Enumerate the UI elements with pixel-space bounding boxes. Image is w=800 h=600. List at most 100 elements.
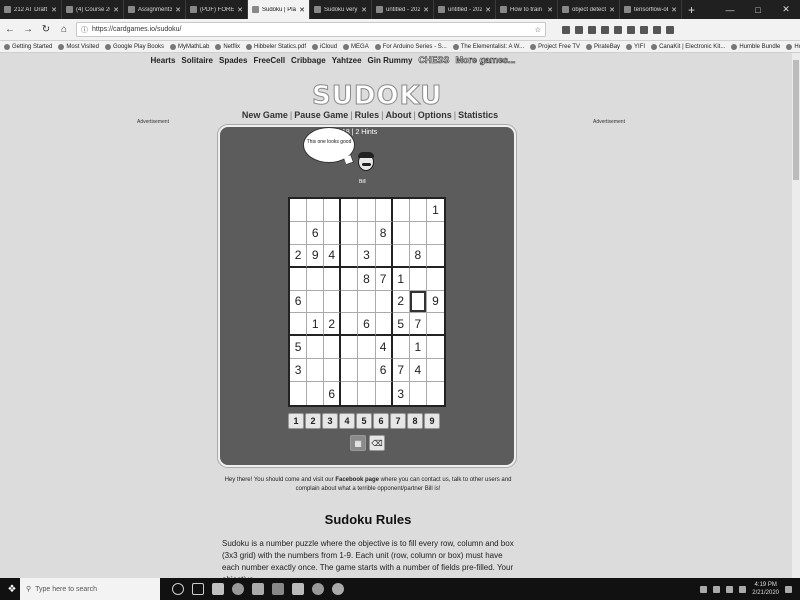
app-icon[interactable] bbox=[312, 583, 324, 595]
sudoku-cell[interactable] bbox=[409, 267, 427, 291]
sudoku-cell[interactable] bbox=[410, 382, 427, 405]
forward-icon[interactable]: → bbox=[22, 24, 34, 35]
taskbar-search[interactable]: ⚲ Type here to search bbox=[20, 578, 160, 600]
extension-icon[interactable] bbox=[601, 25, 609, 34]
sudoku-cell[interactable]: 4 bbox=[375, 336, 393, 360]
file-explorer-icon[interactable] bbox=[252, 583, 264, 595]
sudoku-cell[interactable] bbox=[358, 336, 376, 360]
game-link[interactable]: Yahtzee bbox=[332, 56, 362, 65]
browser-tab[interactable]: Assignment3.pdf✕ bbox=[124, 0, 186, 19]
close-tab-icon[interactable]: ✕ bbox=[423, 6, 429, 14]
close-tab-icon[interactable]: ✕ bbox=[671, 6, 677, 14]
close-tab-icon[interactable]: ✕ bbox=[609, 6, 615, 14]
bookmark-item[interactable]: Project Free TV bbox=[530, 43, 580, 50]
sudoku-cell[interactable]: 8 bbox=[409, 244, 427, 268]
sudoku-cell[interactable]: 4 bbox=[409, 359, 427, 383]
tray-icon[interactable] bbox=[713, 585, 721, 593]
sudoku-cell[interactable]: 6 bbox=[290, 290, 308, 314]
sudoku-cell[interactable]: 8 bbox=[375, 221, 393, 245]
extension-icon[interactable] bbox=[653, 25, 661, 34]
browser-tab[interactable]: untitled - 202002✕ bbox=[434, 0, 496, 19]
sudoku-cell[interactable]: 2 bbox=[392, 290, 410, 314]
volume-icon[interactable] bbox=[739, 585, 747, 593]
game-link[interactable]: Cribbage bbox=[291, 56, 326, 65]
browser-tab[interactable]: untitled - 202002✕ bbox=[372, 0, 434, 19]
game-link[interactable]: FreeCell bbox=[253, 56, 285, 65]
app-icon[interactable] bbox=[212, 583, 224, 595]
bookmark-item[interactable]: MyMathLab bbox=[169, 43, 209, 50]
sudoku-cell[interactable] bbox=[341, 336, 359, 360]
sudoku-cell[interactable] bbox=[324, 199, 342, 222]
sudoku-cell[interactable]: 6 bbox=[375, 359, 393, 383]
sudoku-cell[interactable] bbox=[307, 359, 325, 383]
sudoku-cell[interactable]: 8 bbox=[358, 267, 376, 291]
number-button[interactable]: 2 bbox=[305, 413, 321, 429]
firefox-icon[interactable] bbox=[232, 583, 244, 595]
browser-tab[interactable]: (4) Course 202001 M✕ bbox=[62, 0, 124, 19]
scrollbar-thumb[interactable] bbox=[793, 60, 799, 180]
new-tab-button[interactable]: + bbox=[682, 0, 701, 19]
sudoku-cell[interactable]: 1 bbox=[307, 313, 325, 337]
sudoku-cell[interactable]: 3 bbox=[393, 382, 410, 405]
close-tab-icon[interactable]: ✕ bbox=[299, 6, 305, 14]
sudoku-cell[interactable] bbox=[341, 359, 359, 383]
number-button[interactable]: 3 bbox=[322, 413, 338, 429]
menu-icon[interactable] bbox=[666, 25, 674, 34]
number-button[interactable]: 5 bbox=[356, 413, 372, 429]
sudoku-cell[interactable] bbox=[341, 313, 359, 337]
sudoku-cell[interactable] bbox=[392, 336, 410, 360]
close-tab-icon[interactable]: ✕ bbox=[547, 6, 553, 14]
sudoku-cell[interactable] bbox=[426, 268, 444, 291]
network-icon[interactable] bbox=[726, 585, 734, 593]
task-view-icon[interactable] bbox=[192, 583, 204, 595]
sudoku-cell[interactable] bbox=[375, 290, 393, 314]
number-button[interactable]: 6 bbox=[373, 413, 389, 429]
sudoku-cell[interactable] bbox=[427, 382, 444, 405]
sudoku-cell[interactable] bbox=[290, 382, 308, 405]
game-link[interactable]: Gin Rummy bbox=[368, 56, 413, 65]
bookmark-item[interactable]: Humble Bundle bbox=[731, 43, 780, 50]
sudoku-cell[interactable] bbox=[307, 199, 325, 222]
sudoku-cell[interactable] bbox=[324, 359, 342, 383]
sudoku-cell[interactable]: 3 bbox=[358, 244, 376, 268]
maximize-icon[interactable]: □ bbox=[744, 0, 772, 19]
sudoku-cell[interactable] bbox=[426, 336, 444, 360]
sudoku-cell[interactable]: 7 bbox=[375, 267, 393, 291]
sudoku-cell[interactable] bbox=[358, 290, 376, 314]
sudoku-cell[interactable] bbox=[392, 199, 410, 222]
sudoku-cell[interactable] bbox=[341, 290, 359, 314]
sudoku-cell[interactable] bbox=[375, 199, 393, 222]
sudoku-cell[interactable]: 7 bbox=[409, 313, 427, 337]
sudoku-cell[interactable] bbox=[290, 313, 308, 337]
sudoku-cell[interactable]: 1 bbox=[392, 267, 410, 291]
sudoku-cell[interactable] bbox=[426, 222, 444, 245]
clock[interactable]: 4:19 PM 2/21/2020 bbox=[752, 581, 779, 597]
sudoku-cell[interactable]: 6 bbox=[358, 313, 376, 337]
sudoku-cell[interactable] bbox=[307, 336, 325, 360]
sudoku-cell[interactable] bbox=[307, 382, 325, 405]
sudoku-cell[interactable]: 1 bbox=[409, 336, 427, 360]
close-icon[interactable]: ✕ bbox=[772, 0, 800, 19]
extension-icon[interactable] bbox=[614, 25, 622, 34]
sudoku-cell[interactable] bbox=[307, 267, 325, 291]
browser-tab[interactable]: tensorflow-obje✕ bbox=[620, 0, 682, 19]
game-link[interactable]: Spades bbox=[219, 56, 247, 65]
sudoku-cell[interactable] bbox=[392, 221, 410, 245]
sudoku-cell[interactable] bbox=[426, 313, 444, 337]
bookmark-item[interactable]: iCloud bbox=[312, 43, 337, 50]
address-bar[interactable]: ⓘ https://cardgames.io/sudoku/ ☆ bbox=[76, 22, 546, 37]
browser-tab[interactable]: Sudoku very diffi✕ bbox=[310, 0, 372, 19]
bookmark-item[interactable]: The Elementalist: A W... bbox=[452, 43, 524, 50]
sudoku-cell[interactable] bbox=[392, 244, 410, 268]
sudoku-cell[interactable]: 5 bbox=[290, 336, 308, 360]
minimize-icon[interactable]: — bbox=[716, 0, 744, 19]
sudoku-cell[interactable] bbox=[426, 359, 444, 383]
site-logo[interactable]: SUDOKU bbox=[312, 81, 442, 112]
back-icon[interactable]: ← bbox=[4, 24, 16, 35]
sudoku-cell[interactable] bbox=[375, 244, 393, 268]
sudoku-cell[interactable] bbox=[358, 382, 376, 405]
menu-item[interactable]: Options bbox=[418, 110, 452, 120]
game-link[interactable]: CHESS bbox=[418, 55, 450, 66]
bookmark-item[interactable]: MEGA bbox=[343, 43, 369, 50]
app-icon[interactable] bbox=[292, 583, 304, 595]
